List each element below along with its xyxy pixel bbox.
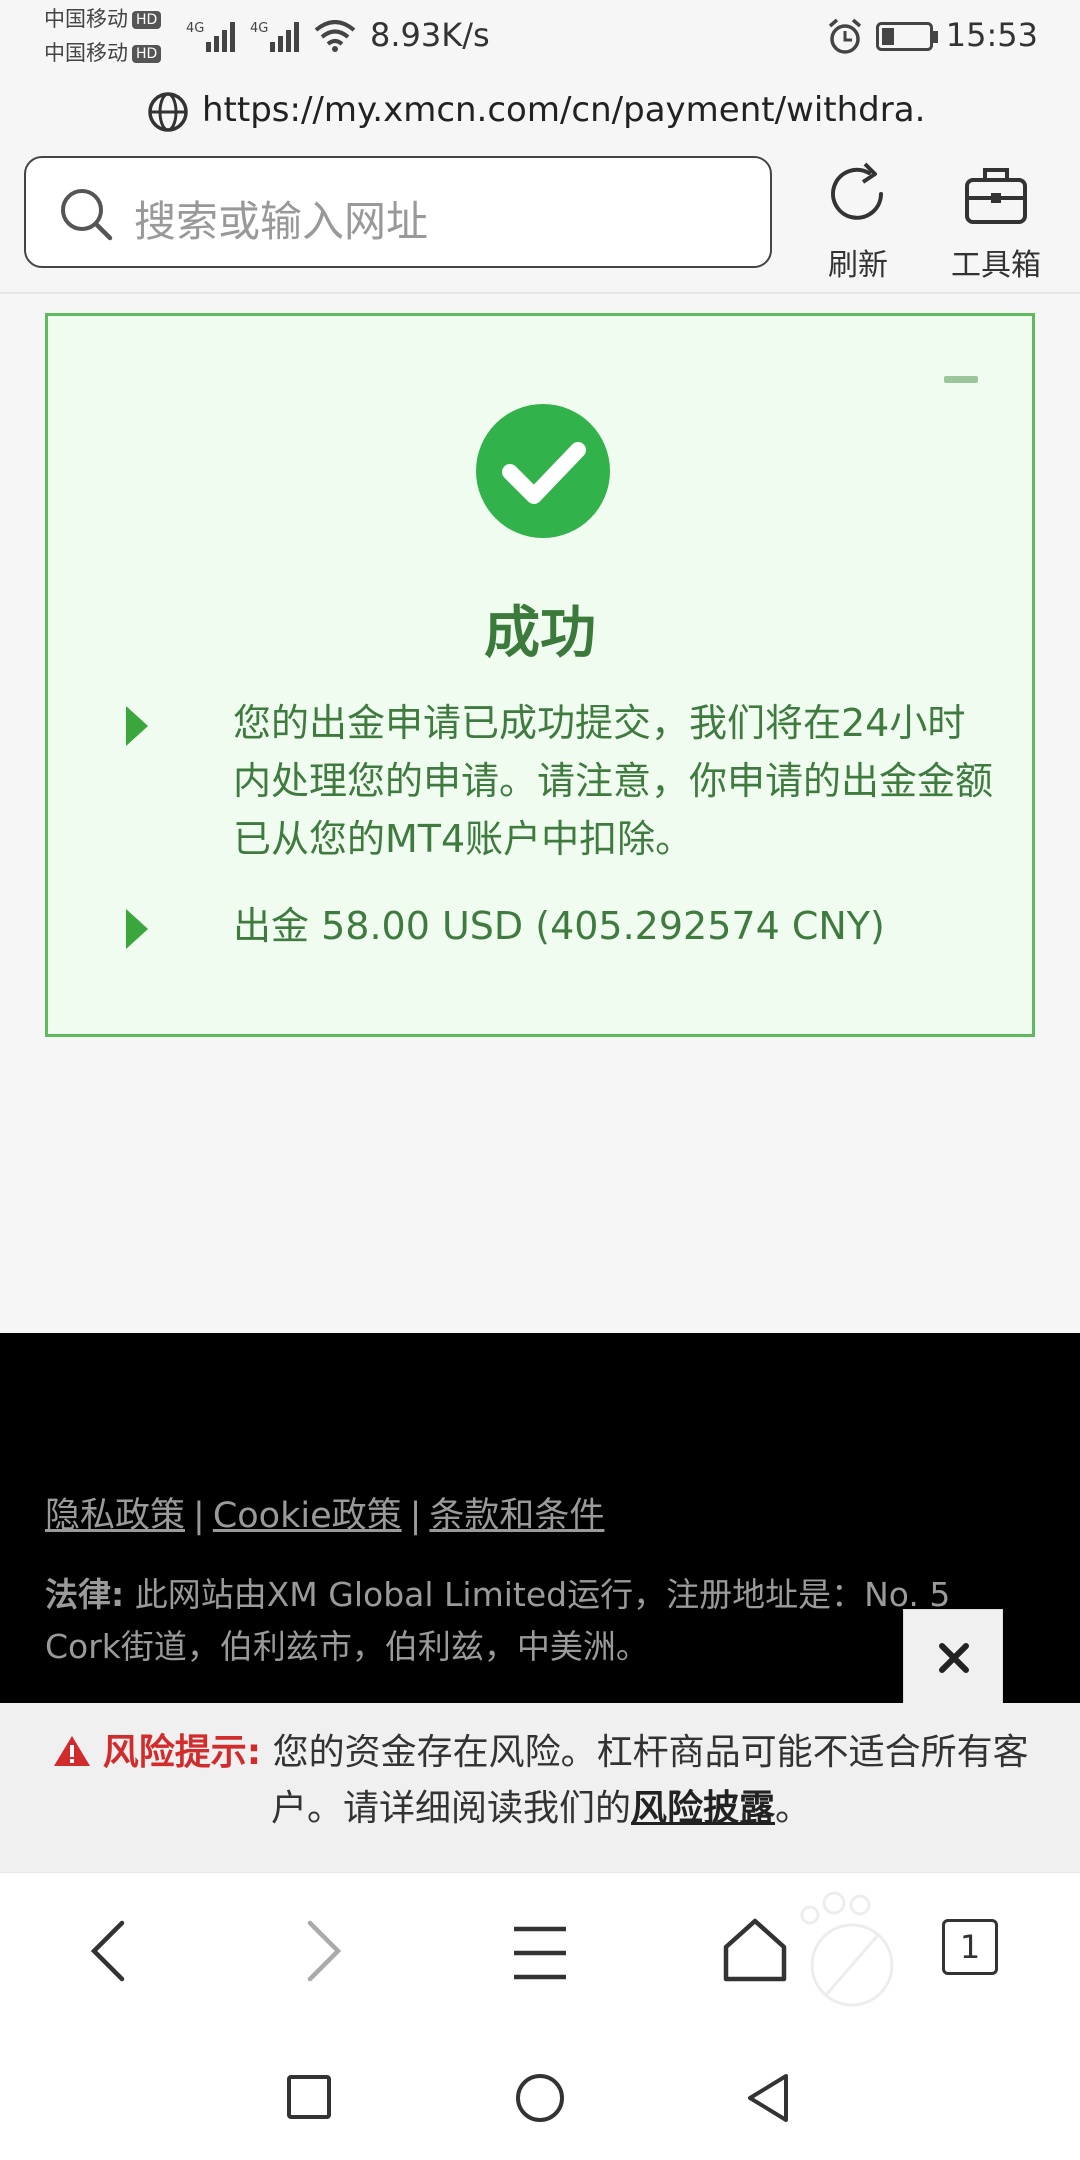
status-bar: 中国移动 HD 中国移动 HD 4G 4G 8.93K/s 15:53: [0, 0, 1080, 72]
bullet-icon: [126, 909, 148, 949]
terms-link[interactable]: 条款和条件: [429, 1496, 604, 1536]
recents-icon[interactable]: [286, 2074, 332, 2120]
svg-text:4G: 4G: [250, 21, 268, 36]
battery-icon: [876, 22, 938, 51]
risk-text: 风险提示: 您的资金存在风险。杠杆商品可能不适合所有客户。请详细阅读我们的风险披…: [36, 1725, 1046, 1837]
legal-label: 法律:: [45, 1575, 125, 1614]
watermark-icon: [800, 1891, 894, 2007]
carrier-2: 中国移动 HD: [44, 40, 162, 66]
risk-disclosure-link[interactable]: 风险披露: [631, 1788, 775, 1829]
close-icon: [939, 1643, 969, 1673]
bullet-icon: [126, 706, 148, 746]
url-line[interactable]: https://my.xmcn.com/cn/payment/withdra..…: [0, 84, 1080, 140]
check-icon: [476, 404, 610, 538]
signal-icon-1: 4G: [186, 21, 235, 52]
back-icon[interactable]: [86, 1919, 130, 1983]
message-row: 您的出金申请已成功提交，我们将在24小时内处理您的申请。请注意，你申请的出金金额…: [126, 694, 993, 874]
close-risk-button[interactable]: [903, 1609, 1003, 1704]
android-back-icon[interactable]: [744, 2072, 792, 2124]
browser-nav-bar: 1: [0, 1872, 1080, 2032]
risk-title: 风险提示:: [102, 1732, 262, 1773]
carrier-1: 中国移动 HD: [44, 6, 162, 32]
search-icon: [61, 189, 113, 241]
amount-row: 出金 58.00 USD (405.292574 CNY): [126, 897, 986, 957]
privacy-policy-link[interactable]: 隐私政策: [45, 1496, 185, 1536]
alarm-icon: [828, 18, 862, 54]
globe-icon: [148, 92, 188, 132]
amount-text: 出金 58.00 USD (405.292574 CNY): [233, 897, 1003, 955]
amount-value: 58.00 USD (405.292574 CNY): [321, 904, 885, 948]
refresh-label: 刷新: [828, 248, 888, 283]
warning-icon: [54, 1736, 91, 1766]
toolbox-button[interactable]: 工具箱: [944, 160, 1048, 284]
toolbox-icon: [965, 168, 1027, 224]
divider: [0, 292, 1080, 294]
svg-text:4G: 4G: [186, 21, 204, 36]
home-circle-icon[interactable]: [514, 2072, 566, 2124]
footer-links: 隐私政策 | Cookie政策 | 条款和条件: [45, 1496, 605, 1536]
url-text[interactable]: https://my.xmcn.com/cn/payment/withdra..…: [202, 90, 922, 130]
refresh-icon: [831, 162, 883, 220]
home-icon[interactable]: [722, 1917, 788, 1983]
collapse-icon[interactable]: [944, 376, 978, 383]
refresh-button[interactable]: 刷新: [812, 160, 904, 284]
signal-icon-2: 4G: [250, 21, 299, 52]
clock: 15:53: [945, 16, 1038, 54]
search-input[interactable]: 搜索或输入网址: [24, 156, 772, 268]
legal-text: 法律: 此网站由XM Global Limited运行，注册地址是：No. 5 …: [45, 1569, 1035, 1673]
forward-icon[interactable]: [302, 1919, 346, 1983]
legal-body: 此网站由XM Global Limited运行，注册地址是：No. 5 Cork…: [45, 1575, 951, 1666]
success-card: 成功 您的出金申请已成功提交，我们将在24小时内处理您的申请。请注意，你申请的出…: [45, 313, 1035, 1037]
android-nav-bar: [0, 2032, 1080, 2160]
menu-icon[interactable]: [512, 1923, 568, 1983]
cookie-policy-link[interactable]: Cookie政策: [213, 1496, 402, 1536]
net-speed: 8.93K/s: [370, 16, 490, 54]
risk-warning-bar: 风险提示: 您的资金存在风险。杠杆商品可能不适合所有客户。请详细阅读我们的风险披…: [0, 1703, 1080, 1872]
search-placeholder: 搜索或输入网址: [134, 197, 429, 246]
tabs-button[interactable]: 1: [942, 1919, 998, 1975]
success-title: 成功: [484, 601, 596, 666]
toolbox-label: 工具箱: [951, 248, 1041, 283]
wifi-icon: [314, 20, 356, 52]
amount-prefix: 出金: [233, 904, 310, 948]
message-text: 您的出金申请已成功提交，我们将在24小时内处理您的申请。请注意，你申请的出金金额…: [233, 701, 994, 861]
